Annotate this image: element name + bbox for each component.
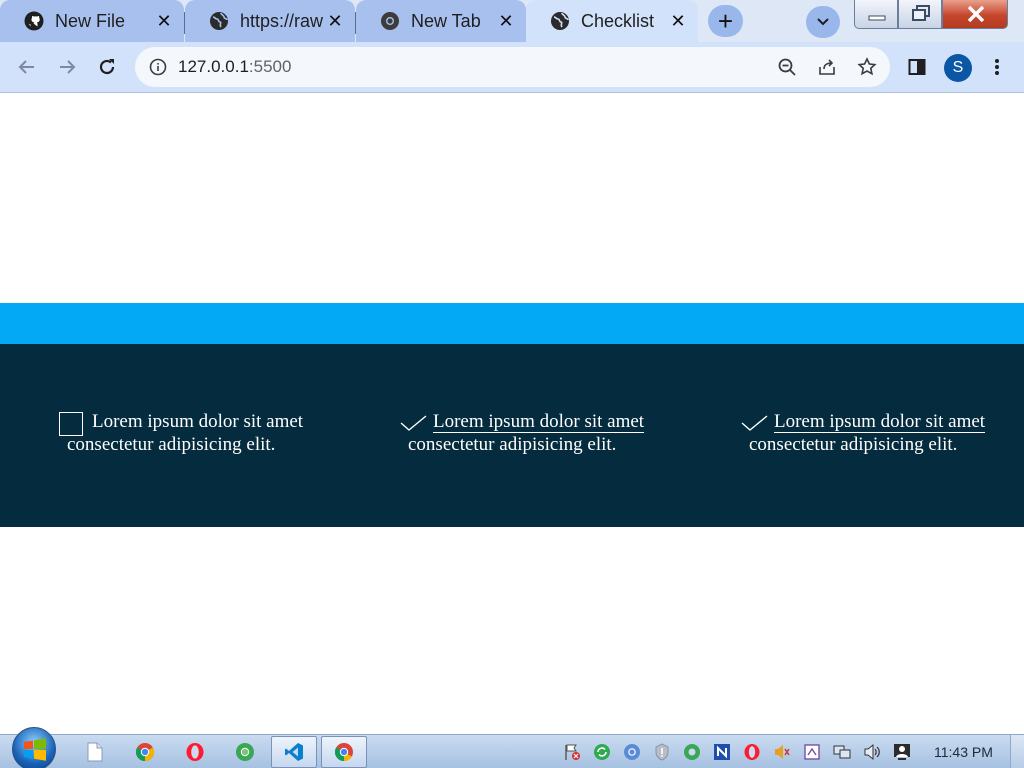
chrome-icon [380, 11, 400, 31]
volume-icon[interactable] [863, 743, 881, 761]
windows-taskbar: 11:43 PM [0, 727, 1024, 768]
show-desktop-button[interactable] [1010, 735, 1024, 768]
address-bar[interactable]: 127.0.0.1:5500 [135, 47, 890, 87]
taskbar-chrome[interactable] [122, 736, 168, 768]
item-text-line2: consectetur adipisicing elit. [67, 434, 276, 455]
taskbar-chrome-canary[interactable] [222, 736, 268, 768]
chrome-tray-icon[interactable] [623, 743, 641, 761]
item-text-line1: Lorem ipsum dolor sit amet [92, 411, 304, 432]
checklist-item-2[interactable]: Lorem ipsum dolor sit amet consectetur a… [400, 410, 670, 456]
url-host: 127.0.0.1 [178, 57, 249, 76]
chrome-icon [135, 743, 155, 761]
tab-close-icon[interactable]: ✕ [668, 11, 688, 31]
bookmark-star-icon[interactable] [857, 57, 877, 77]
arrow-left-icon [18, 60, 34, 74]
close-icon [967, 5, 985, 23]
item-text-line2: consectetur adipisicing elit. [749, 434, 958, 455]
taskbar-file-explorer[interactable] [72, 736, 118, 768]
reload-button[interactable] [94, 54, 120, 80]
browser-menu-button[interactable] [984, 54, 1010, 80]
opera-icon [186, 743, 204, 761]
close-window-button[interactable] [942, 0, 1008, 29]
globe-icon [550, 11, 570, 31]
checklist-panel: Lorem ipsum dolor sit amet consectetur a… [0, 344, 1024, 527]
back-button[interactable] [14, 54, 40, 80]
item-text-line1: Lorem ipsum dolor sit amet [774, 411, 986, 433]
browser-toolbar: 127.0.0.1:5500 S [0, 42, 1024, 93]
sync-app-icon[interactable] [593, 743, 611, 761]
kebab-menu-icon [995, 59, 999, 75]
checklist-item-text: Lorem ipsum dolor sit amet consectetur a… [400, 410, 670, 456]
checkmark-icon[interactable] [400, 415, 428, 433]
tab-title: Checklist [581, 10, 655, 31]
minimize-icon [868, 15, 886, 21]
forward-button[interactable] [54, 54, 80, 80]
checklist-item-text: Lorem ipsum dolor sit amet consectetur a… [741, 410, 1011, 456]
side-panel-button[interactable] [904, 54, 930, 80]
tab-strip: New File ✕ https://raw ✕ New Tab ✕ Check… [0, 0, 1024, 42]
zoom-out-icon[interactable] [777, 57, 797, 77]
tab-title: New File [55, 10, 126, 31]
taskbar-clock[interactable]: 11:43 PM [934, 744, 993, 760]
globe-icon [209, 11, 229, 31]
taskbar-chrome-active[interactable] [321, 736, 367, 768]
checkmark-icon[interactable] [741, 415, 769, 433]
profile-avatar[interactable]: S [944, 54, 972, 82]
info-icon[interactable] [149, 58, 167, 76]
share-icon[interactable] [817, 57, 837, 77]
tab-search-button[interactable] [806, 6, 840, 38]
tab-checklist[interactable]: Checklist ✕ [526, 0, 698, 42]
action-center-flag-icon[interactable] [563, 743, 581, 761]
tab-new-tab[interactable]: New Tab ✕ [356, 0, 526, 42]
tab-title: New Tab [411, 10, 481, 31]
checklist-item-text: Lorem ipsum dolor sit amet consectetur a… [59, 410, 329, 456]
url-text[interactable]: 127.0.0.1:5500 [178, 57, 291, 77]
reload-icon [99, 59, 115, 75]
chrome-canary-icon [236, 743, 254, 761]
speaker-muted-icon[interactable] [773, 743, 791, 761]
tab-close-icon[interactable]: ✕ [325, 11, 345, 31]
checkbox-unchecked[interactable] [59, 412, 83, 436]
user-monitor-icon[interactable] [893, 743, 911, 761]
github-icon [24, 11, 44, 31]
vscode-icon [285, 743, 303, 761]
restore-button[interactable] [898, 0, 942, 29]
security-shield-icon[interactable] [653, 743, 671, 761]
new-tab-button[interactable]: + [708, 5, 743, 37]
opera-tray-icon[interactable] [743, 743, 761, 761]
page-content: Lorem ipsum dolor sit amet consectetur a… [0, 94, 1024, 734]
file-explorer-icon [87, 742, 103, 762]
network-icon[interactable] [833, 743, 851, 761]
arrow-right-icon [60, 60, 76, 74]
url-port: :5500 [248, 57, 292, 76]
chevron-down-icon [817, 18, 829, 26]
side-panel-icon [908, 59, 926, 75]
item-text-line1: Lorem ipsum dolor sit amet [433, 411, 645, 433]
chrome-icon [334, 743, 353, 761]
notes-app-tray-icon[interactable] [803, 743, 821, 761]
start-button[interactable] [12, 727, 56, 768]
tab-close-icon[interactable]: ✕ [496, 11, 516, 31]
taskbar-opera[interactable] [172, 736, 218, 768]
minimize-button[interactable] [854, 0, 898, 29]
checklist-item-3[interactable]: Lorem ipsum dolor sit amet consectetur a… [741, 410, 1011, 456]
tab-raw[interactable]: https://raw ✕ [185, 0, 355, 42]
tab-close-icon[interactable]: ✕ [154, 11, 174, 31]
green-app-tray-icon[interactable] [683, 743, 701, 761]
restore-icon [912, 5, 930, 21]
taskbar-vscode[interactable] [271, 736, 317, 768]
tab-title: https://raw [240, 10, 324, 31]
accent-bar [0, 303, 1024, 344]
item-text-line2: consectetur adipisicing elit. [408, 434, 617, 455]
n-app-tray-icon[interactable] [713, 743, 731, 761]
tab-new-file[interactable]: New File ✕ [0, 0, 184, 42]
windows-logo-icon [24, 738, 46, 761]
checklist-item-1[interactable]: Lorem ipsum dolor sit amet consectetur a… [59, 410, 329, 456]
